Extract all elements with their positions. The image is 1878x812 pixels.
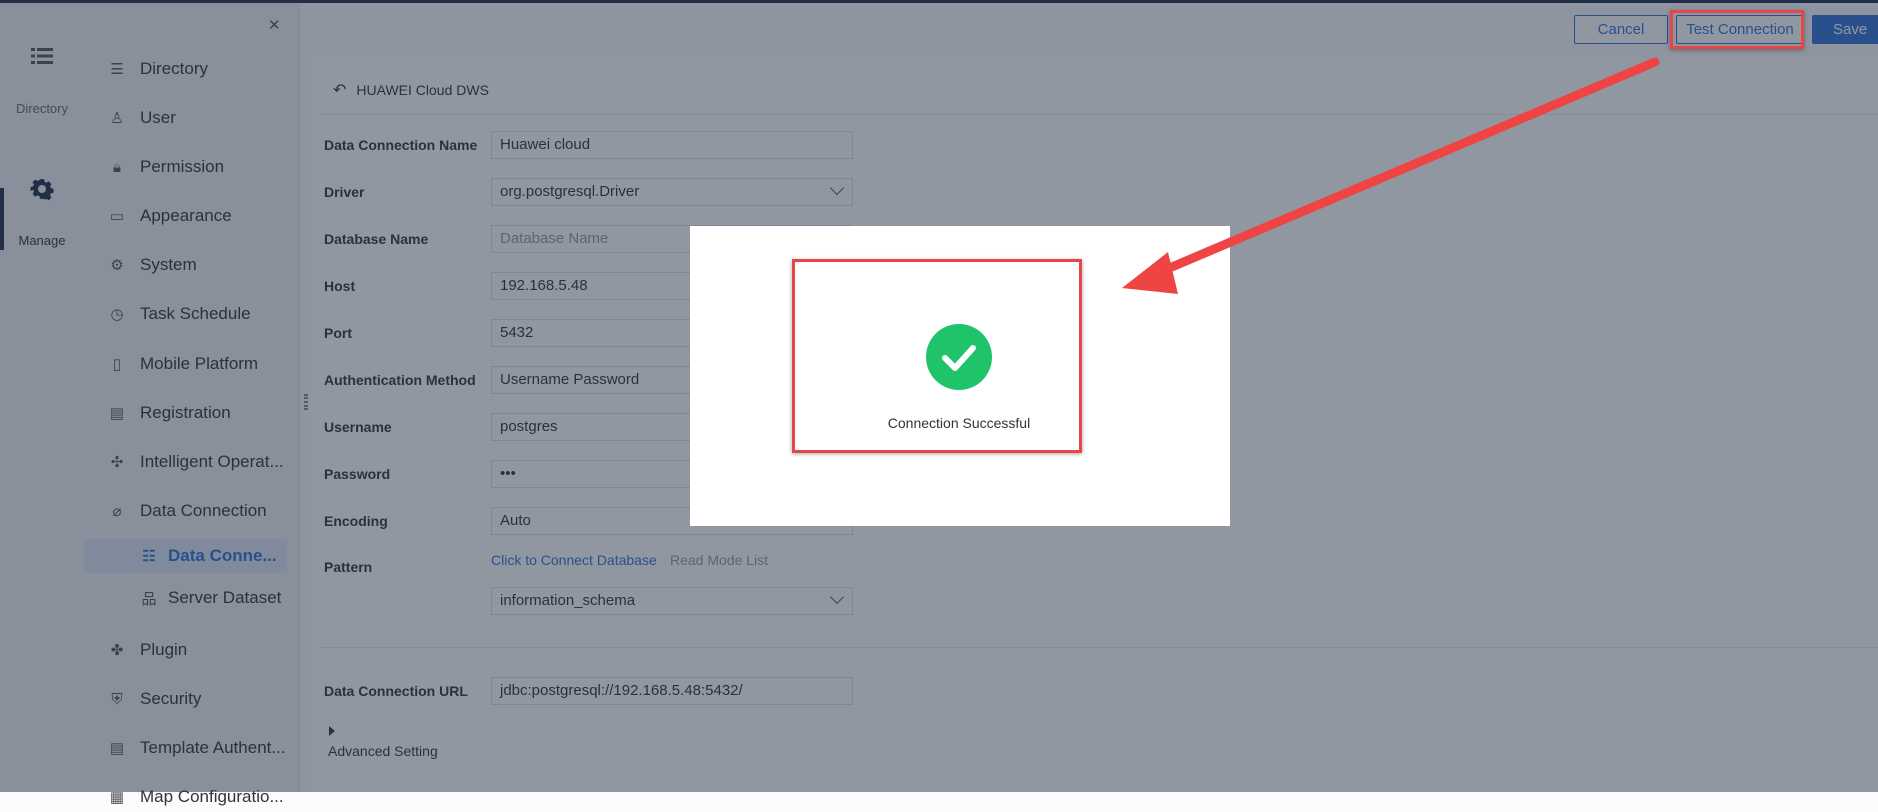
success-check-icon xyxy=(926,324,992,390)
connection-result-dialog: Connection Successful xyxy=(690,226,1230,526)
success-message: Connection Successful xyxy=(887,415,1031,431)
annotation-highlight-box xyxy=(1670,10,1804,49)
